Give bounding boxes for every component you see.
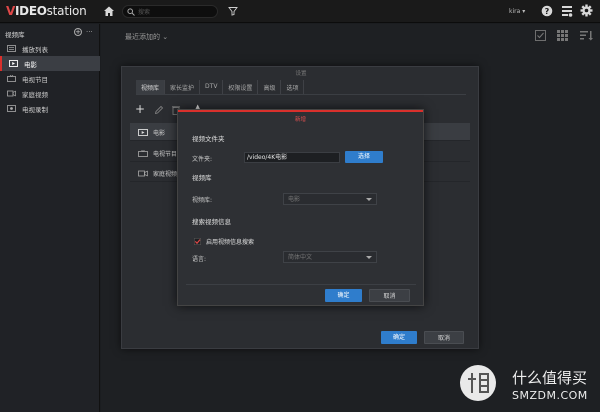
- modal-cancel-button[interactable]: 取消: [369, 289, 410, 302]
- settings-dialog-title: 设置: [295, 71, 307, 77]
- home-icon[interactable]: [103, 5, 115, 17]
- tv-record-icon: [7, 105, 16, 112]
- sidebar-item-label: 播放列表: [22, 46, 48, 54]
- library-label: 视频库:: [192, 197, 213, 204]
- home-video-icon: [7, 90, 16, 97]
- library-select[interactable]: 电影: [283, 193, 377, 205]
- search-icon: [127, 8, 135, 16]
- settings-icon[interactable]: [580, 4, 593, 17]
- folder-section-heading: 视频文件夹: [192, 135, 225, 143]
- tab-video-library[interactable]: 视频库: [136, 80, 166, 94]
- modal-ok-button[interactable]: 确定: [325, 289, 362, 302]
- folder-label: 文件夹:: [192, 156, 213, 163]
- tab-options[interactable]: 选项: [281, 80, 305, 94]
- settings-ok-button[interactable]: 确定: [381, 331, 417, 344]
- sidebar: 视频库 + ··· 播放列表 电影 电视节目 家庭视频 电视录制: [0, 24, 100, 412]
- logo-part-3: station: [46, 4, 87, 18]
- language-select-value: 简体中文: [288, 254, 313, 261]
- library-row-label: 电影: [153, 130, 166, 137]
- tab-divider: [136, 94, 466, 95]
- logo-part-2: IDEO: [15, 4, 47, 18]
- choose-folder-button[interactable]: 选择: [345, 151, 383, 163]
- sidebar-item-tv-recording[interactable]: 电视录制: [0, 101, 100, 116]
- sidebar-header: 视频库 + ···: [0, 27, 100, 41]
- sidebar-item-playlist[interactable]: 播放列表: [0, 41, 100, 56]
- home-video-icon: [138, 170, 148, 177]
- tab-dtv[interactable]: DTV: [200, 80, 224, 94]
- sidebar-item-tv-shows[interactable]: 电视节目: [0, 71, 100, 86]
- movie-icon: [138, 129, 148, 136]
- search-box[interactable]: [122, 5, 218, 18]
- sidebar-item-label: 家庭视频: [22, 91, 48, 99]
- sidebar-item-movie[interactable]: 电影: [0, 56, 100, 71]
- tab-parental-control[interactable]: 家长监护: [165, 80, 201, 94]
- tab-advanced[interactable]: 高级: [258, 80, 282, 94]
- smzdm-logo-icon: [460, 365, 496, 401]
- library-row-label: 电视节目: [153, 151, 178, 158]
- edit-icon[interactable]: [154, 105, 164, 115]
- search-input[interactable]: [138, 7, 214, 17]
- add-library-button[interactable]: +: [74, 28, 82, 36]
- playlist-icon: [7, 45, 16, 52]
- modal-divider: [186, 284, 416, 285]
- watermark-url: SMZDM.COM: [512, 389, 588, 402]
- add-library-button[interactable]: +: [135, 102, 145, 116]
- sidebar-item-label: 电影: [24, 61, 37, 69]
- enable-search-checkbox[interactable]: [194, 238, 201, 245]
- watermark-text: 什么值得买: [512, 369, 588, 387]
- logo-part-1: V: [6, 4, 15, 18]
- enable-search-label: 启用视频信息搜索: [206, 239, 255, 246]
- tv-icon: [7, 75, 16, 82]
- sort-icon[interactable]: [580, 30, 593, 41]
- user-menu[interactable]: kira ▾: [509, 8, 525, 15]
- help-icon[interactable]: ?: [541, 5, 553, 17]
- chevron-down-icon: [366, 256, 372, 259]
- modal-accent-bar: [178, 110, 423, 112]
- settings-cancel-button[interactable]: 取消: [424, 331, 464, 344]
- grid-view-icon[interactable]: [557, 30, 568, 41]
- add-library-modal: 新增 视频文件夹 文件夹: /video/4K电影 选择 视频库 视频库: 电影…: [177, 109, 424, 306]
- modal-title: 新增: [294, 117, 306, 123]
- sidebar-item-label: 电视节目: [22, 76, 48, 84]
- movie-icon: [9, 60, 18, 67]
- tasks-icon[interactable]: [561, 5, 573, 17]
- top-bar: VIDEOstation kira ▾ ?: [0, 0, 600, 23]
- library-section-heading: 视频库: [192, 174, 212, 182]
- language-label: 语言:: [192, 256, 207, 263]
- language-select[interactable]: 简体中文: [283, 251, 377, 263]
- chevron-down-icon: [366, 198, 372, 201]
- svg-text:?: ?: [545, 7, 550, 16]
- tab-permissions[interactable]: 权限设置: [223, 80, 259, 94]
- sidebar-title: 视频库: [5, 31, 25, 39]
- recently-added-dropdown[interactable]: 最近添加的 ⌄: [125, 32, 168, 42]
- filter-icon[interactable]: [228, 6, 238, 16]
- settings-tabs: 视频库 家长监护 DTV 权限设置 高级 选项: [136, 80, 305, 94]
- more-options-button[interactable]: ···: [86, 28, 93, 36]
- folder-path-field[interactable]: /video/4K电影: [244, 152, 340, 163]
- library-row-label: 家庭视频: [153, 171, 178, 178]
- library-select-value: 电影: [288, 196, 301, 203]
- search-section-heading: 搜索视频信息: [192, 218, 231, 226]
- sidebar-item-label: 电视录制: [22, 106, 48, 114]
- tv-icon: [138, 150, 148, 157]
- videostation-logo[interactable]: V IDEO station: [6, 4, 87, 18]
- select-check-icon[interactable]: [535, 30, 546, 41]
- sidebar-item-home-video[interactable]: 家庭视频: [0, 86, 100, 101]
